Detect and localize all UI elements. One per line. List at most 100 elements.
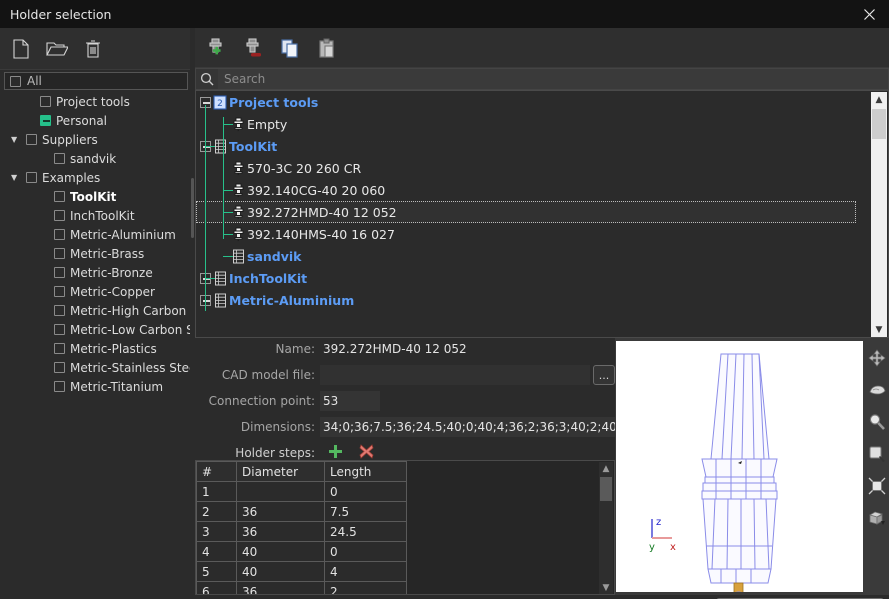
library-tree-item[interactable]: ▼sandvik (0, 149, 190, 168)
holder-tree-row[interactable]: InchToolKit (196, 267, 856, 289)
chevron-down-icon[interactable]: ▼ (11, 174, 21, 182)
table-row[interactable]: 10 (197, 482, 601, 502)
table-cell[interactable]: 40 (237, 562, 325, 582)
magnifier-icon[interactable] (866, 411, 888, 433)
table-row[interactable]: 2367.5 (197, 502, 601, 522)
view-cube-icon[interactable] (866, 507, 888, 529)
search-input[interactable] (218, 69, 888, 89)
library-tree[interactable]: ▼Project tools▼Personal▼Suppliers▼sandvi… (0, 92, 190, 599)
steps-table-scrollbar[interactable]: ▲ ▼ (599, 462, 613, 595)
dimensions-input[interactable]: 34;0;36;7.5;36;24.5;40;0;40;4;36;2;36;3;… (320, 417, 615, 437)
checkbox-sandvik[interactable] (54, 153, 65, 164)
holder-tree-row[interactable]: Metric-Aluminium (196, 289, 856, 311)
table-cell[interactable]: 0 (325, 542, 407, 562)
cad-model-input[interactable] (320, 365, 590, 385)
table-row[interactable]: 6362 (197, 582, 601, 596)
library-tree-item[interactable]: ▼Personal (0, 111, 190, 130)
paste-icon[interactable] (312, 33, 342, 63)
add-holder-button[interactable] (201, 33, 231, 63)
search-bar[interactable] (195, 68, 889, 90)
table-cell[interactable]: 24.5 (325, 522, 407, 542)
cad-browse-button[interactable]: ... (593, 365, 615, 385)
checkbox-inchtoolkit[interactable] (54, 210, 65, 221)
chevron-down-icon[interactable]: ▼ (599, 581, 613, 595)
checkbox-metric-plastics[interactable] (54, 343, 65, 354)
holder-tree-view[interactable]: 2Project toolsEmptyToolKit570-3C 20 260 … (195, 90, 889, 338)
table-cell[interactable]: 36 (237, 522, 325, 542)
holder-tree-scrollbar[interactable]: ▲ ▼ (871, 92, 887, 338)
chevron-down-icon[interactable]: ▼ (11, 136, 21, 144)
checkbox-examples[interactable] (26, 172, 37, 183)
checkbox-metric-aluminium[interactable] (54, 229, 65, 240)
table-cell[interactable]: 4 (197, 542, 237, 562)
model-viewport[interactable]: z y x (615, 338, 889, 595)
table-cell[interactable]: 36 (237, 502, 325, 522)
holder-tree-row[interactable]: 392.272HMD-40 12 052 (196, 201, 856, 223)
table-cell[interactable]: 4 (325, 562, 407, 582)
library-tree-item[interactable]: ▼Metric-Bronze (0, 263, 190, 282)
holder-steps-table[interactable]: #DiameterLength102367.533624.54400540463… (195, 460, 615, 595)
library-tree-item[interactable]: ▼Examples (0, 168, 190, 187)
checkbox-project-tools[interactable] (40, 96, 51, 107)
table-column-header[interactable]: Diameter (237, 462, 325, 482)
table-cell[interactable]: 5 (197, 562, 237, 582)
scrollbar-thumb[interactable] (600, 477, 612, 501)
chevron-up-icon[interactable]: ▲ (599, 462, 613, 476)
checkbox-metric-stainless-steel[interactable] (54, 362, 65, 373)
table-cell[interactable]: 2 (325, 582, 407, 596)
table-cell[interactable]: 0 (325, 482, 407, 502)
holder-tree-row[interactable]: 2Project tools (196, 91, 856, 113)
table-cell[interactable]: 1 (197, 482, 237, 502)
holder-tree-row[interactable]: 392.140CG-40 20 060 (196, 179, 856, 201)
table-cell[interactable]: 6 (197, 582, 237, 596)
open-folder-button[interactable] (44, 36, 70, 62)
table-row[interactable]: 33624.5 (197, 522, 601, 542)
library-tree-item[interactable]: ▼Metric-Low Carbon S... (0, 320, 190, 339)
connection-point-input[interactable]: 53 (320, 391, 380, 411)
fit-screen-icon[interactable] (866, 475, 888, 497)
checkbox-metric-low-carbon-s[interactable] (54, 324, 65, 335)
checkbox-toolkit[interactable] (54, 191, 65, 202)
library-tree-item[interactable]: ▼Metric-High Carbon ... (0, 301, 190, 320)
checkbox-metric-titanium[interactable] (54, 381, 65, 392)
tool-holder-wireframe[interactable]: z y x (616, 341, 863, 592)
chevron-up-icon[interactable]: ▲ (871, 92, 887, 108)
checkbox-metric-bronze[interactable] (54, 267, 65, 278)
library-tree-item[interactable]: ▼Project tools (0, 92, 190, 111)
table-cell[interactable]: 2 (197, 502, 237, 522)
rotate-hand-icon[interactable] (866, 379, 888, 401)
checkbox-metric-copper[interactable] (54, 286, 65, 297)
checkbox-suppliers[interactable] (26, 134, 37, 145)
checkbox-metric-brass[interactable] (54, 248, 65, 259)
filter-all-row[interactable]: All (4, 72, 188, 90)
library-tree-item[interactable]: ▼Metric-Aluminium (0, 225, 190, 244)
table-row[interactable]: 4400 (197, 542, 601, 562)
library-tree-item[interactable]: ▼Suppliers (0, 130, 190, 149)
table-cell[interactable]: 36 (237, 582, 325, 596)
library-tree-item[interactable]: ▼ToolKit (0, 187, 190, 206)
library-tree-item[interactable]: ▼Metric-Stainless Steel (0, 358, 190, 377)
library-tree-item[interactable]: ▼Metric-Titanium (0, 377, 190, 396)
library-tree-item[interactable]: ▼InchToolKit (0, 206, 190, 225)
trash-icon[interactable] (80, 36, 106, 62)
zoom-window-icon[interactable] (866, 443, 888, 465)
checkbox-metric-high-carbon[interactable] (54, 305, 65, 316)
table-column-header[interactable]: # (197, 462, 237, 482)
chevron-down-icon[interactable]: ▼ (871, 322, 887, 338)
table-column-header[interactable]: Length (325, 462, 407, 482)
pan-icon[interactable] (866, 347, 888, 369)
table-cell[interactable]: 3 (197, 522, 237, 542)
checkbox-all[interactable] (10, 76, 21, 87)
remove-holder-button[interactable] (238, 33, 268, 63)
checkbox-personal[interactable] (40, 115, 51, 126)
table-cell[interactable]: 7.5 (325, 502, 407, 522)
holder-tree-row[interactable]: sandvik (196, 245, 856, 267)
scrollbar-thumb[interactable] (872, 109, 886, 139)
holder-tree-row[interactable]: 392.140HMS-40 16 027 (196, 223, 856, 245)
library-tree-item[interactable]: ▼Metric-Plastics (0, 339, 190, 358)
holder-tree-row[interactable]: ToolKit (196, 135, 856, 157)
table-cell[interactable]: 40 (237, 542, 325, 562)
table-cell[interactable] (237, 482, 325, 502)
close-icon[interactable] (849, 0, 889, 28)
library-tree-item[interactable]: ▼Metric-Copper (0, 282, 190, 301)
